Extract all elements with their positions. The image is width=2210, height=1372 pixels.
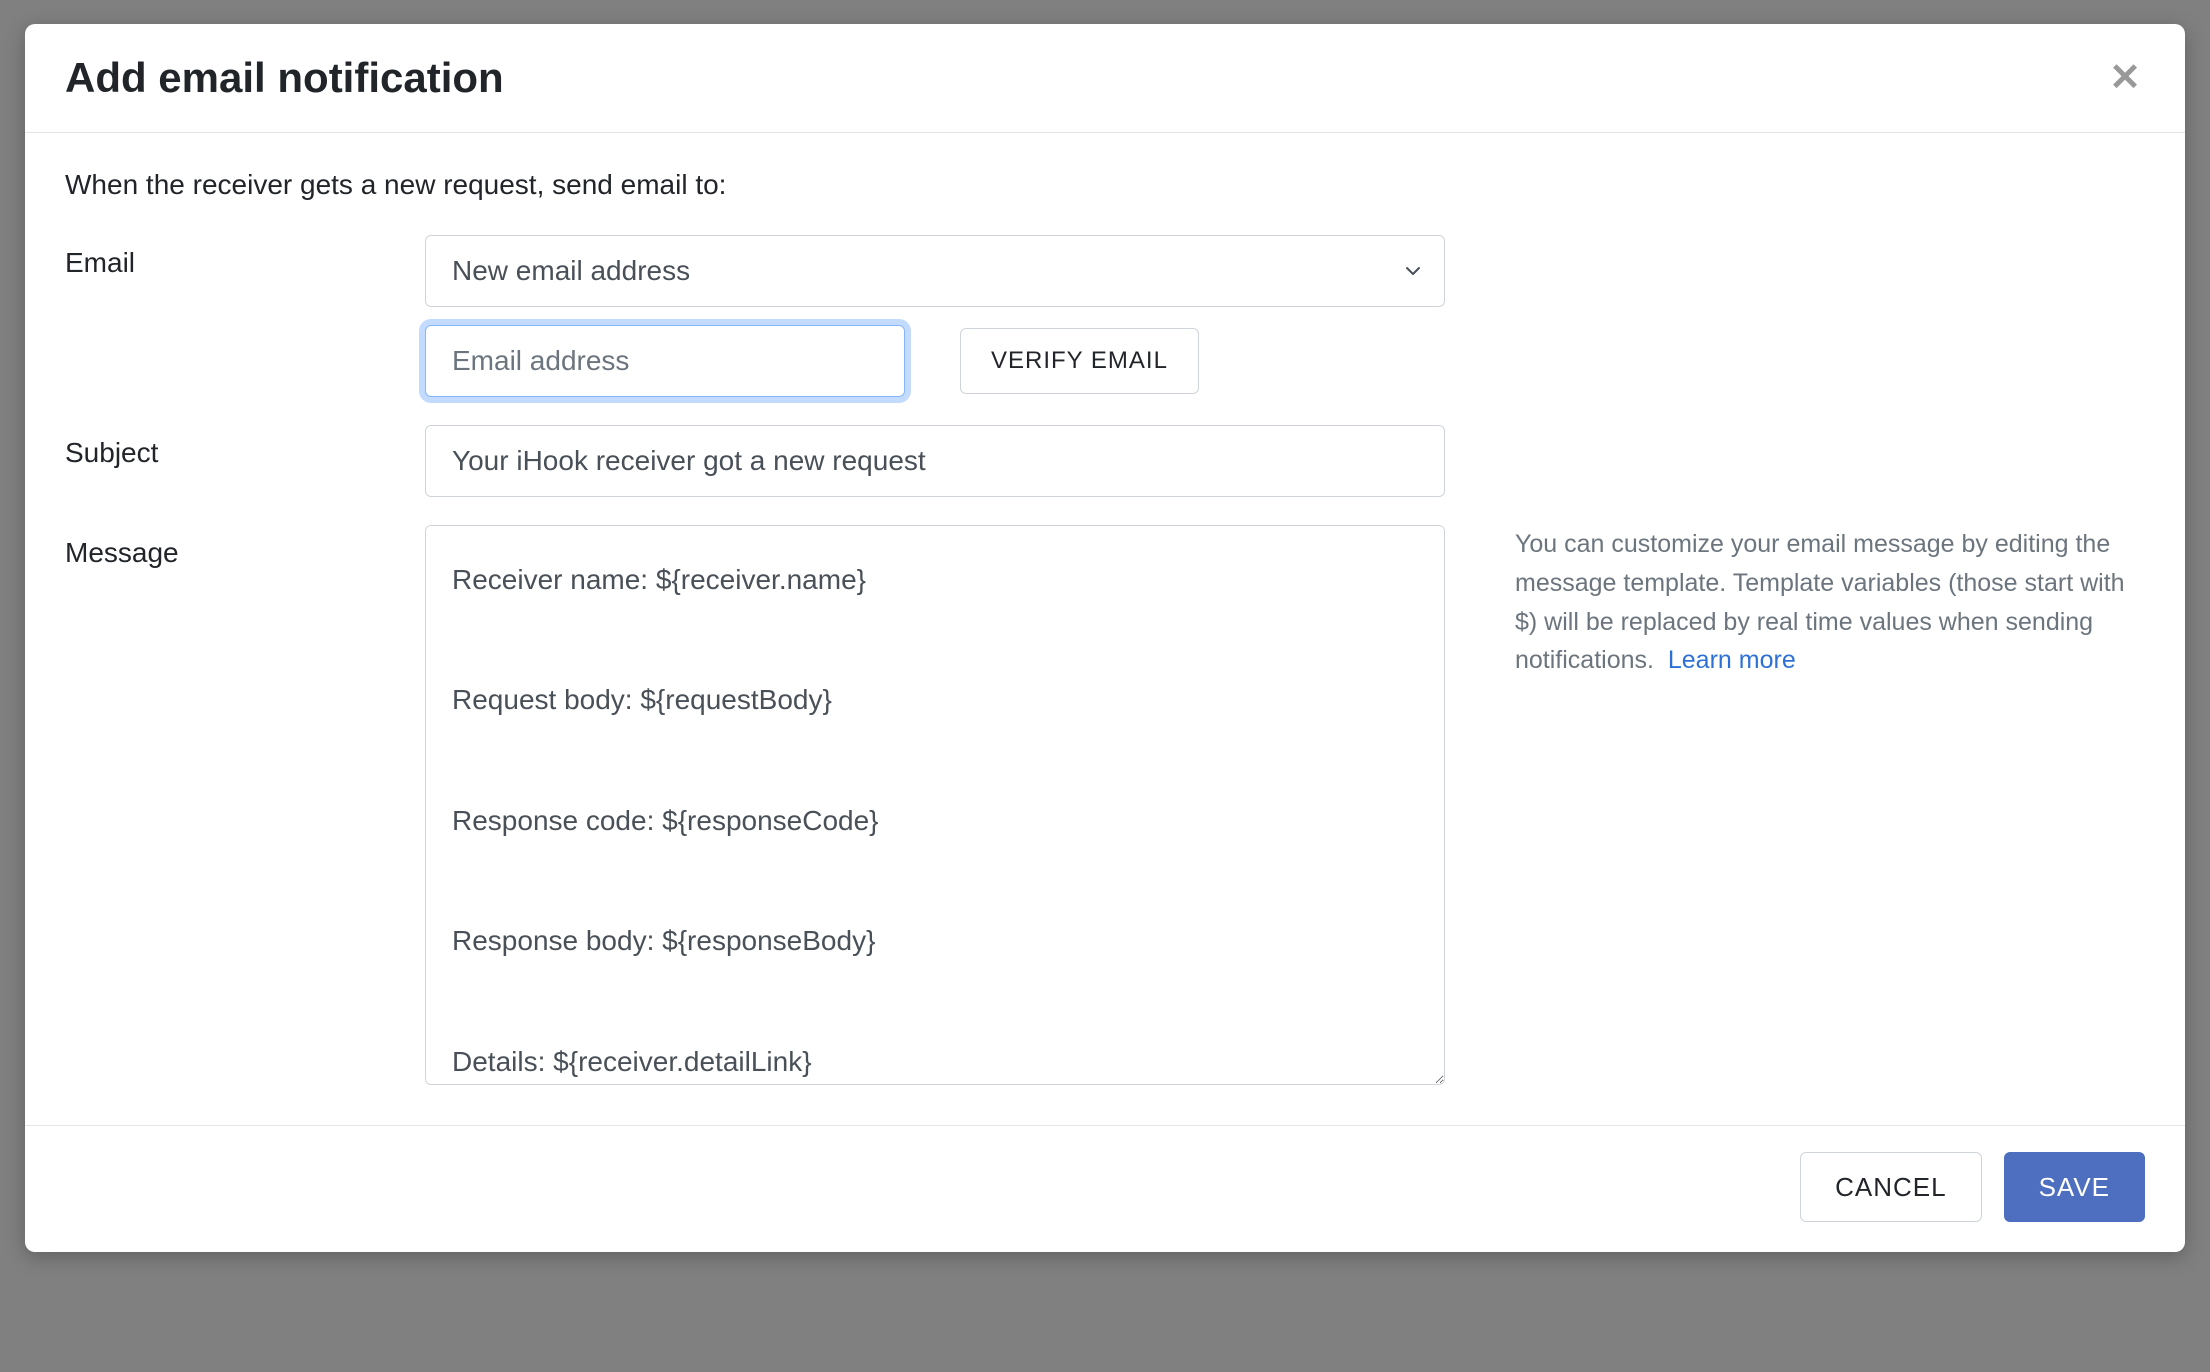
modal-body: When the receiver gets a new request, se…: [25, 133, 2185, 1125]
email-label: Email: [65, 235, 425, 279]
subject-input[interactable]: [425, 425, 1445, 497]
email-select[interactable]: New email address: [425, 235, 1445, 307]
intro-text: When the receiver gets a new request, se…: [65, 169, 2145, 201]
message-controls: [425, 525, 1445, 1085]
form-row-email: Email New email address VERIFY EMAIL: [65, 235, 2145, 397]
email-inline-row: VERIFY EMAIL: [425, 325, 1445, 397]
learn-more-link[interactable]: Learn more: [1668, 646, 1796, 674]
help-text-body: You can customize your email message by …: [1515, 530, 2125, 674]
message-help-text: You can customize your email message by …: [1445, 525, 2145, 680]
modal-header: Add email notification ✕: [25, 24, 2185, 133]
add-email-notification-modal: Add email notification ✕ When the receiv…: [25, 24, 2185, 1252]
subject-label: Subject: [65, 425, 425, 469]
subject-controls: [425, 425, 1445, 497]
close-icon[interactable]: ✕: [2105, 55, 2145, 101]
modal-footer: CANCEL SAVE: [25, 1125, 2185, 1252]
verify-email-button[interactable]: VERIFY EMAIL: [960, 328, 1199, 394]
cancel-button[interactable]: CANCEL: [1800, 1152, 1981, 1222]
form-row-subject: Subject: [65, 425, 2145, 497]
email-controls: New email address VERIFY EMAIL: [425, 235, 1445, 397]
modal-backdrop: Add email notification ✕ When the receiv…: [0, 0, 2210, 1372]
form-row-message: Message You can customize your email mes…: [65, 525, 2145, 1085]
email-select-wrap: New email address: [425, 235, 1445, 307]
message-label: Message: [65, 525, 425, 569]
modal-title: Add email notification: [65, 54, 504, 102]
email-address-input[interactable]: [425, 325, 905, 397]
message-textarea[interactable]: [425, 525, 1445, 1085]
save-button[interactable]: SAVE: [2004, 1152, 2145, 1222]
